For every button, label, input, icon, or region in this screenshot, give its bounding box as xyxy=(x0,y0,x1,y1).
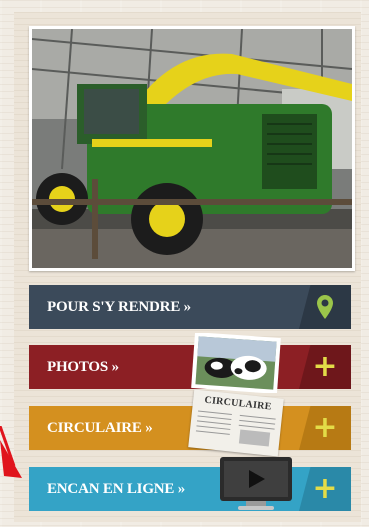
online-auction-button[interactable]: ENCAN EN LIGNE » + xyxy=(29,467,351,511)
online-auction-plus-area: + xyxy=(299,467,351,511)
cows-photo-icon xyxy=(191,333,281,393)
plus-icon: + xyxy=(312,410,338,445)
red-arrow-pointer xyxy=(0,426,22,478)
photos-label: PHOTOS » xyxy=(47,358,119,375)
online-auction-label: ENCAN EN LIGNE » xyxy=(47,480,186,497)
photos-button[interactable]: PHOTOS » + xyxy=(29,345,351,389)
newspaper-icon: CIRCULAIRE xyxy=(188,389,284,457)
newspaper-lines xyxy=(195,410,276,447)
plus-icon: + xyxy=(312,471,338,506)
directions-button[interactable]: POUR S'Y RENDRE » xyxy=(29,285,351,329)
plus-icon: + xyxy=(312,349,338,384)
photos-plus-area: + xyxy=(299,345,351,389)
directions-label: POUR S'Y RENDRE » xyxy=(47,298,191,315)
video-monitor-icon xyxy=(220,457,292,510)
directions-icon-area xyxy=(299,285,351,329)
map-pin-icon xyxy=(317,295,333,319)
featured-photo[interactable] xyxy=(29,26,355,271)
forage-harvester-image xyxy=(32,29,352,268)
circulaire-plus-area: + xyxy=(299,406,351,450)
circulaire-label: CIRCULAIRE » xyxy=(47,419,153,436)
